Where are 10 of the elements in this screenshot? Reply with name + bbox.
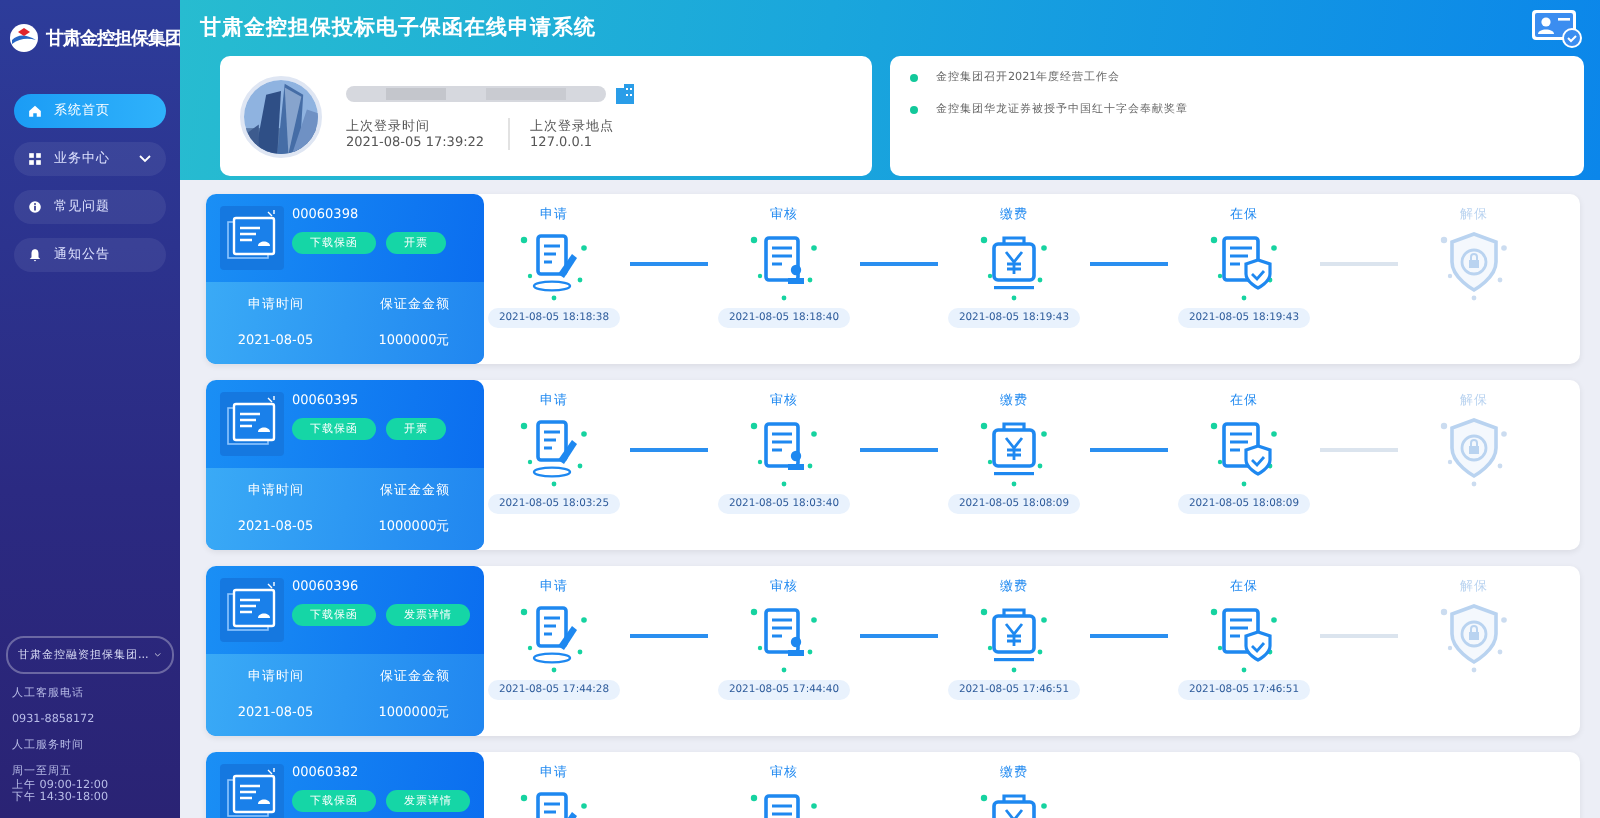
building-icon <box>614 81 636 106</box>
logo-icon <box>8 22 40 54</box>
bullet-dot <box>910 106 918 114</box>
app-title: 甘肃金控担保投标电子保函在线申请系统 <box>200 14 596 42</box>
grid-icon <box>28 152 42 166</box>
home-icon <box>28 104 42 118</box>
bullet-dot <box>910 74 918 82</box>
info-icon <box>28 200 42 214</box>
user-card-icon[interactable] <box>1530 6 1584 50</box>
bell-icon <box>28 248 42 262</box>
